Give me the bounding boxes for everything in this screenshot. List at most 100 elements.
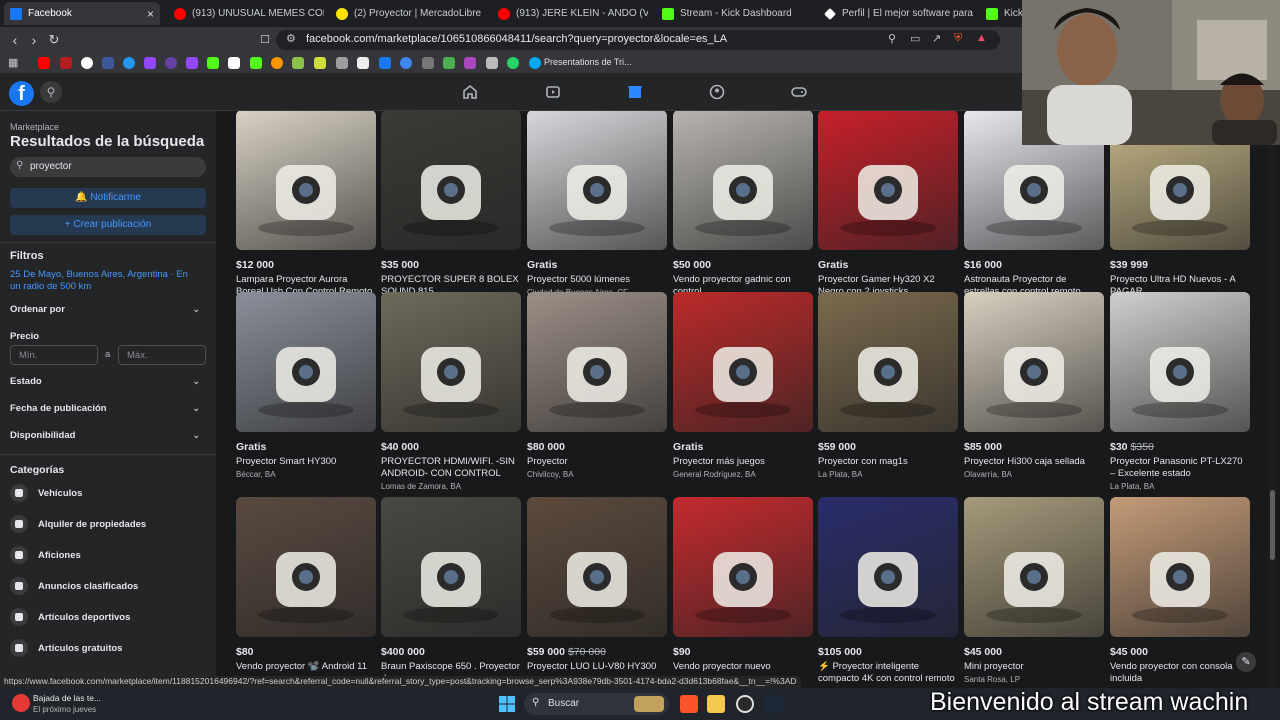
gaming-icon[interactable] <box>790 83 808 101</box>
listing-image[interactable] <box>818 292 958 432</box>
listing-title[interactable]: Proyector más juegos <box>673 456 813 468</box>
bookmark-icon[interactable] <box>102 57 114 69</box>
listing-image[interactable] <box>236 111 376 250</box>
facebook-logo-icon[interactable]: f <box>9 81 34 106</box>
category-sporting-goods[interactable]: Artículos deportivos <box>10 607 210 627</box>
price-min-input[interactable]: Mín. <box>10 345 98 365</box>
notification-subtitle[interactable]: El próximo jueves <box>33 705 96 714</box>
listing-image[interactable] <box>527 111 667 250</box>
home-icon[interactable] <box>461 83 479 101</box>
url-text[interactable]: facebook.com/marketplace/106510866048411… <box>306 33 727 45</box>
listing-title[interactable]: Proyector Smart HY300 <box>236 456 376 468</box>
windows-start-icon[interactable] <box>499 696 515 712</box>
category-hobbies[interactable]: Aficiones <box>10 545 210 565</box>
listing-image[interactable] <box>1110 497 1250 637</box>
listing-image[interactable] <box>381 292 521 432</box>
listing-image[interactable] <box>818 497 958 637</box>
bookmark-icon[interactable] <box>400 57 412 69</box>
listing-card[interactable]: $30 $350 Proyector Panasonic PT-LX270 – Ex… <box>1110 292 1250 491</box>
listing-title[interactable]: Vendo proyector nuevo <box>673 661 813 673</box>
site-info-icon[interactable]: ⚙ <box>286 32 296 45</box>
notification-title[interactable]: Bajada de las te... <box>33 693 101 703</box>
whatsapp-bookmark-icon[interactable] <box>507 57 519 69</box>
presentations-bookmark-icon[interactable] <box>529 57 541 69</box>
listing-image[interactable] <box>236 497 376 637</box>
notify-button[interactable]: 🔔 Notificarme <box>10 188 206 208</box>
scrollbar-track[interactable] <box>1268 111 1276 686</box>
twitch-bookmark-icon[interactable] <box>144 57 156 69</box>
bookmark-icon[interactable] <box>422 57 434 69</box>
listing-image[interactable] <box>236 292 376 432</box>
listing-image[interactable] <box>673 111 813 250</box>
bookmark-icon[interactable] <box>486 57 498 69</box>
listing-card[interactable]: GratisProyector 5000 lúmenesCiudad de Bu… <box>527 111 667 297</box>
listing-card[interactable]: $45 000 Mini proyector Santa Rosa, LP <box>964 497 1104 684</box>
steam-icon[interactable] <box>765 695 783 713</box>
listing-image[interactable] <box>673 497 813 637</box>
bookmark-icon[interactable] <box>81 57 93 69</box>
listing-card[interactable]: $80 000 Proyector Chivilcoy, BA <box>527 292 667 479</box>
bookmark-icon[interactable] <box>271 57 283 69</box>
apps-grid-icon[interactable]: ▦ <box>8 56 18 69</box>
tab-close-icon[interactable]: × <box>147 7 154 21</box>
category-property-rentals[interactable]: Alquiler de propiedades <box>10 514 210 534</box>
listing-title[interactable]: Vendo proyector 📽️ Android 11 <box>236 661 376 673</box>
reload-icon[interactable]: ↻ <box>45 31 63 49</box>
create-listing-button[interactable]: + Crear publicación <box>10 215 206 235</box>
listing-card[interactable]: $80 Vendo proyector 📽️ Android 11 <box>236 497 376 673</box>
bookmark-icon[interactable] <box>292 57 304 69</box>
bookmark-icon[interactable] <box>357 57 369 69</box>
availability-dropdown[interactable]: Disponibilidad ⌄ <box>10 430 200 441</box>
bookmark-icon[interactable] <box>314 57 326 69</box>
listing-card[interactable]: Gratis Proyector Smart HY300 Béccar, BA <box>236 292 376 479</box>
omnibox[interactable]: ⚙ facebook.com/marketplace/1065108660484… <box>276 30 1000 50</box>
listing-card[interactable]: $400 000 Braun Paxiscope 650 . Proyector … <box>381 497 521 685</box>
listing-image[interactable] <box>673 292 813 432</box>
back-icon[interactable]: ‹ <box>6 31 24 49</box>
listing-image[interactable] <box>527 497 667 637</box>
bookmark-icon[interactable] <box>464 57 476 69</box>
bookmark-icon[interactable] <box>165 57 177 69</box>
search-icon[interactable]: ⚲ <box>40 81 62 103</box>
listing-title[interactable]: Proyector 5000 lúmenes <box>527 274 667 286</box>
compose-message-icon[interactable]: ✎ <box>1236 652 1256 672</box>
taskbar-search-box[interactable]: ⚲ Buscar <box>524 693 669 715</box>
kick-bookmark-icon[interactable] <box>207 57 219 69</box>
location-filter-link[interactable]: 25 De Mayo, Buenos Aires, Argentina · En… <box>10 269 200 293</box>
listing-card[interactable]: $12 000Lampara Proyector Aurora Boreal U… <box>236 111 376 309</box>
listing-title[interactable]: ⚡ Proyector inteligente compacto 4K con … <box>818 661 958 685</box>
listing-card[interactable]: Gratis Proyector más juegos General Rodríg… <box>673 292 813 479</box>
youtube-bookmark-icon[interactable] <box>38 57 50 69</box>
listing-image[interactable] <box>381 497 521 637</box>
listing-image[interactable] <box>964 292 1104 432</box>
brave-shield-icon[interactable]: ⛨ <box>954 32 962 45</box>
bookmark-label[interactable]: Presentations de Tri... <box>544 57 632 67</box>
listing-card[interactable]: GratisProyector Gamer Hy320 X2 Negro con… <box>818 111 958 309</box>
tab-youtube-jere[interactable]: (913) JERE KLEIN - ANDO (Video <box>492 2 648 25</box>
bookmark-icon[interactable] <box>228 57 240 69</box>
listing-card[interactable]: $35 000PROYECTOR SUPER 8 BOLEX SOUND 815… <box>381 111 521 309</box>
listing-image[interactable] <box>1110 292 1250 432</box>
search-input[interactable]: ⚲ proyector <box>10 157 206 177</box>
listing-card[interactable]: $45 000 Vendo proyector con consola inclu… <box>1110 497 1250 685</box>
listing-title[interactable]: Vendo proyector con consola incluida <box>1110 661 1250 685</box>
listing-card[interactable]: $90 Vendo proyector nuevo <box>673 497 813 673</box>
tab-youtube-memes[interactable]: (913) UNUSUAL MEMES COMPILATI <box>168 2 324 25</box>
marketplace-icon[interactable] <box>626 83 644 101</box>
date-posted-dropdown[interactable]: Fecha de publicación ⌄ <box>10 403 200 414</box>
estado-dropdown[interactable]: Estado ⌄ <box>10 376 200 387</box>
listing-title[interactable]: Proyector Hi300 caja sellada <box>964 456 1104 468</box>
tab-mercadolibre[interactable]: (2) Proyector | MercadoLibre <box>330 2 486 25</box>
listing-title[interactable]: Proyector <box>527 456 667 468</box>
listing-card[interactable]: $50 000Vendo proyector gadnic con contro… <box>673 111 813 309</box>
scrollbar-thumb[interactable] <box>1270 490 1275 560</box>
file-explorer-icon[interactable] <box>707 695 725 713</box>
listing-card[interactable]: $59 000 $70 000 Proyector LUO LU-V80 HY300 <box>527 497 667 673</box>
listing-card[interactable]: $85 000 Proyector Hi300 caja sellada Olava… <box>964 292 1104 479</box>
listing-title[interactable]: PROYECTOR HDMI/WIFI. -SIN ANDROID- CON C… <box>381 456 521 480</box>
listing-card[interactable]: $105 000 ⚡ Proyector inteligente compacto… <box>818 497 958 685</box>
listing-card[interactable]: $59 000 Proyector con mag1s La Plata, BA <box>818 292 958 479</box>
category-free-stuff[interactable]: Artículos gratuitos <box>10 638 210 658</box>
category-classifieds[interactable]: Anuncios clasificados <box>10 576 210 596</box>
sort-dropdown[interactable]: Ordenar por ⌄ <box>10 304 200 315</box>
